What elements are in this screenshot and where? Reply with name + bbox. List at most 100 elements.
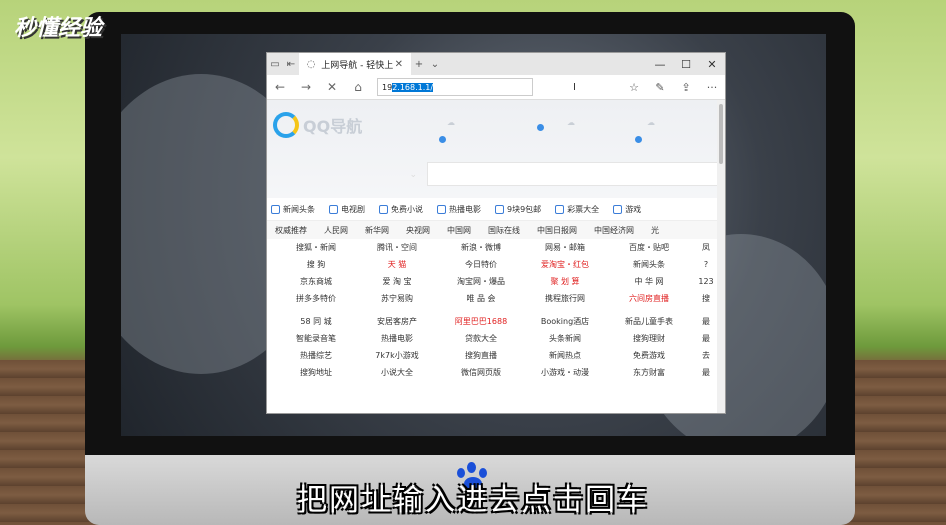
stop-icon[interactable]: ✕ xyxy=(319,80,345,94)
search-input[interactable] xyxy=(427,162,719,186)
site-link[interactable]: 搜 狗 xyxy=(277,256,355,273)
active-tab[interactable]: ◌ 上网导航 - 轻快上网 从 ✕ xyxy=(299,53,411,75)
site-link[interactable]: 贷款大全 xyxy=(439,330,523,347)
back-icon[interactable]: ← xyxy=(267,80,293,94)
site-link[interactable]: 7k7k小游戏 xyxy=(355,347,439,364)
site-link[interactable]: 小游戏・动漫 xyxy=(523,364,607,381)
category-icon xyxy=(613,204,623,214)
category-item[interactable]: 电视剧 xyxy=(329,204,365,215)
weather-dot-icon xyxy=(537,124,544,131)
nav-link[interactable]: 光 xyxy=(651,225,659,236)
category-item[interactable]: 彩票大全 xyxy=(555,204,599,215)
more-icon[interactable]: ··· xyxy=(699,81,725,94)
site-link[interactable]: 搜狗直播 xyxy=(439,347,523,364)
category-item[interactable]: 9块9包邮 xyxy=(495,204,541,215)
nav-link[interactable]: 中国经济网 xyxy=(594,225,634,236)
site-link[interactable]: 热播综艺 xyxy=(277,347,355,364)
site-link[interactable]: 唯 品 会 xyxy=(439,290,523,307)
page-header: QQ导航 ☁ ☁ ☁ ⌄ xyxy=(267,100,725,198)
nav-link[interactable]: 新华网 xyxy=(365,225,389,236)
nav-link[interactable]: 人民网 xyxy=(324,225,348,236)
cloud-icon: ☁ xyxy=(647,118,655,127)
category-icon xyxy=(271,204,280,214)
site-link[interactable]: 东方财富 xyxy=(607,364,691,381)
home-icon[interactable]: ⌂ xyxy=(345,80,371,94)
favorites-icon[interactable]: ☆ xyxy=(621,81,647,94)
site-link[interactable]: 腾讯・空间 xyxy=(355,239,439,256)
site-link[interactable]: 苏宁易购 xyxy=(355,290,439,307)
site-links-grid-top: 搜狐・新闻 腾讯・空间 新浪・微博 网易・邮箱 百度・贴吧凤搜 狗天 猫今日特价 爱淘宝・… xyxy=(267,239,725,307)
weather-dot-icon xyxy=(439,136,446,143)
site-link[interactable]: 58 同 城 xyxy=(277,313,355,330)
site-link[interactable]: 携程旅行网 xyxy=(523,290,607,307)
site-link[interactable]: 百度・贴吧 xyxy=(607,239,691,256)
site-link[interactable]: 爱淘宝・红包 xyxy=(523,256,607,273)
site-link[interactable]: 搜狗理财 xyxy=(607,330,691,347)
site-link[interactable]: 拼多多特价 xyxy=(277,290,355,307)
new-tab-icon[interactable]: + xyxy=(411,59,427,70)
close-icon[interactable]: ✕ xyxy=(699,58,725,71)
site-link[interactable]: 小说大全 xyxy=(355,364,439,381)
category-item[interactable]: 新闻头条 xyxy=(271,204,315,215)
navigation-toolbar: ← → ✕ ⌂ 19 2.168.1.1/ I ☆ ✎ ⇪ ··· xyxy=(267,75,725,100)
site-link[interactable]: 今日特价 xyxy=(439,256,523,273)
tab-preview-icon[interactable]: ▭ xyxy=(267,59,283,70)
loading-icon: ◌ xyxy=(306,58,316,70)
nav-link[interactable]: 央视网 xyxy=(406,225,430,236)
category-item[interactable]: 游戏 xyxy=(613,204,641,215)
site-link[interactable]: 智能录音笔 xyxy=(277,330,355,347)
minimize-icon[interactable]: — xyxy=(647,58,673,71)
chevron-down-icon: ⌄ xyxy=(409,170,417,180)
site-link[interactable]: 头条新闻 xyxy=(523,330,607,347)
site-link[interactable]: 爱 淘 宝 xyxy=(355,273,439,290)
site-link[interactable]: 聚 划 算 xyxy=(523,273,607,290)
qq-logo-icon xyxy=(273,112,299,138)
address-selection: 2.168.1.1/ xyxy=(392,82,434,92)
site-link[interactable]: 新浪・微博 xyxy=(439,239,523,256)
site-link[interactable]: 新闻头条 xyxy=(607,256,691,273)
category-icon xyxy=(379,204,388,214)
scrollbar-thumb[interactable] xyxy=(719,104,723,164)
nav-link[interactable]: 权威推荐 xyxy=(275,225,307,236)
site-link[interactable]: 免费游戏 xyxy=(607,347,691,364)
cloud-icon: ☁ xyxy=(447,118,455,127)
search-engine-select[interactable]: ⌄ xyxy=(347,166,417,184)
set-aside-tabs-icon[interactable]: ⇤ xyxy=(283,59,299,70)
category-item[interactable]: 免费小说 xyxy=(379,204,423,215)
site-link[interactable]: 安居客房产 xyxy=(355,313,439,330)
site-link[interactable]: 中 华 网 xyxy=(607,273,691,290)
cloud-icon: ☁ xyxy=(567,118,575,127)
tab-menu-icon[interactable]: ⌄ xyxy=(427,59,443,70)
category-item[interactable]: 热播电影 xyxy=(437,204,481,215)
browser-window: ▭ ⇤ ◌ 上网导航 - 轻快上网 从 ✕ + ⌄ — ☐ ✕ ← → ✕ ⌂ … xyxy=(266,52,726,414)
site-link[interactable]: 新闻热点 xyxy=(523,347,607,364)
notes-icon[interactable]: ✎ xyxy=(647,81,673,94)
tab-title: 上网导航 - 轻快上网 从 xyxy=(321,60,393,71)
text-cursor-icon: I xyxy=(573,81,576,93)
site-link[interactable]: 京东商城 xyxy=(277,273,355,290)
site-link[interactable]: 搜狗地址 xyxy=(277,364,355,381)
maximize-icon[interactable]: ☐ xyxy=(673,58,699,71)
tab-close-icon[interactable]: ✕ xyxy=(393,59,405,70)
site-link[interactable]: 天 猫 xyxy=(355,256,439,273)
page-content: QQ导航 ☁ ☁ ☁ ⌄ 新闻头条 电视剧 免费小说 热播电影 9块9包邮 彩票… xyxy=(267,100,725,413)
title-bar: ▭ ⇤ ◌ 上网导航 - 轻快上网 从 ✕ + ⌄ — ☐ ✕ xyxy=(267,53,725,75)
site-link[interactable]: 新品儿童手表 xyxy=(607,313,691,330)
site-link[interactable]: 阿里巴巴1688 xyxy=(439,313,523,330)
site-link[interactable]: 搜狐・新闻 xyxy=(277,239,355,256)
nav-link[interactable]: 中国日报网 xyxy=(537,225,577,236)
site-link[interactable]: 网易・邮箱 xyxy=(523,239,607,256)
share-icon[interactable]: ⇪ xyxy=(673,81,699,94)
nav-link[interactable]: 国际在线 xyxy=(488,225,520,236)
nav-link[interactable]: 中国网 xyxy=(447,225,471,236)
address-bar[interactable]: 19 2.168.1.1/ xyxy=(377,78,533,96)
site-link[interactable]: 微信网页版 xyxy=(439,364,523,381)
forward-icon[interactable]: → xyxy=(293,80,319,94)
vertical-scrollbar[interactable] xyxy=(717,100,725,413)
category-icon xyxy=(329,204,338,214)
site-link[interactable]: 淘宝网・爆品 xyxy=(439,273,523,290)
site-link[interactable]: 六间房直播 xyxy=(607,290,691,307)
qq-nav-logo[interactable]: QQ导航 xyxy=(273,112,362,138)
site-link[interactable]: 热播电影 xyxy=(355,330,439,347)
site-link[interactable]: Booking酒店 xyxy=(523,313,607,330)
